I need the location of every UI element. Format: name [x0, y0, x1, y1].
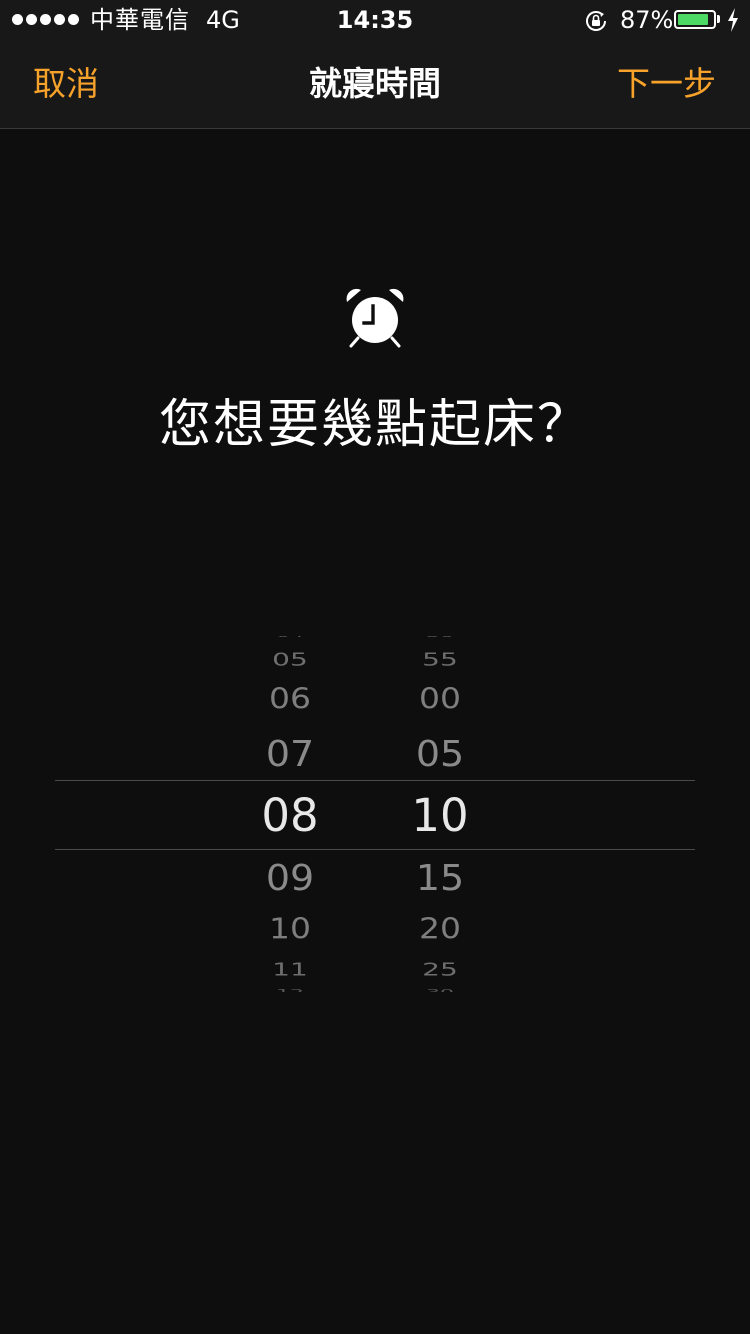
hour-option[interactable]: 07: [240, 733, 340, 774]
wake-time-question: 您想要幾點起床？: [158, 395, 591, 455]
hour-selected[interactable]: 08: [240, 788, 340, 844]
hour-option[interactable]: 05: [240, 651, 340, 668]
minute-option[interactable]: 05: [390, 733, 490, 774]
hour-option[interactable]: 10: [240, 912, 340, 945]
minute-option[interactable]: 00: [390, 682, 490, 715]
hour-option[interactable]: 12: [240, 989, 340, 992]
picker-selection-bottom-line: [55, 849, 695, 850]
battery-fill: [678, 14, 708, 25]
next-button[interactable]: 下一步: [617, 62, 716, 106]
minute-option[interactable]: 55: [390, 651, 490, 668]
minute-option[interactable]: 25: [390, 961, 490, 978]
charging-bolt-icon: [728, 8, 738, 32]
battery-icon: [674, 10, 716, 29]
picker-selection-top-line: [55, 780, 695, 781]
hour-option[interactable]: 09: [240, 857, 340, 898]
navigation-bar: 取消 就寢時間 下一步: [0, 40, 750, 129]
status-bar: 中華電信 4G 14:35 87%: [0, 0, 750, 40]
battery-percent: 87%: [620, 6, 674, 34]
minute-selected[interactable]: 10: [390, 788, 490, 844]
minute-option[interactable]: 30: [390, 989, 490, 992]
rotation-lock-icon: [586, 11, 606, 31]
hour-option[interactable]: 11: [240, 961, 340, 978]
minute-wheel[interactable]: 50 55 00 05 10 15 20 25 30: [390, 636, 490, 992]
alarm-clock-icon: [346, 288, 404, 348]
hour-option[interactable]: 06: [240, 682, 340, 715]
battery-tip: [717, 15, 720, 23]
wake-time-picker[interactable]: 04 05 06 07 08 09 10 11 12 50 55 00 05 1…: [55, 636, 695, 992]
minute-option[interactable]: 20: [390, 912, 490, 945]
hour-wheel[interactable]: 04 05 06 07 08 09 10 11 12: [240, 636, 340, 992]
minute-option[interactable]: 15: [390, 857, 490, 898]
hour-option[interactable]: 04: [240, 636, 340, 639]
minute-option[interactable]: 50: [390, 636, 490, 639]
